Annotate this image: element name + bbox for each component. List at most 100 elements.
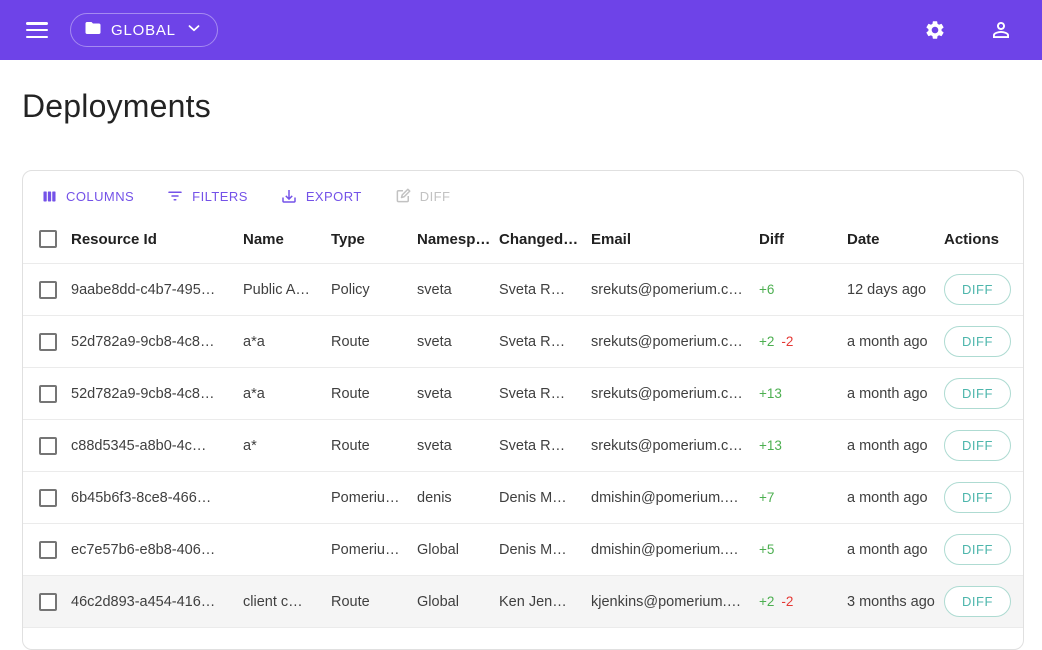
cell-resource-id: 52d782a9-9cb8-4c8… xyxy=(71,334,243,350)
deployments-table: Resource Id Name Type Namesp… Changed… E… xyxy=(23,215,1023,639)
cell-resource-id: 52d782a9-9cb8-4c8… xyxy=(71,386,243,402)
cell-namespace: sveta xyxy=(417,334,499,350)
cell-resource-id: 9aabe8dd-c4b7-495… xyxy=(71,282,243,298)
table-footer xyxy=(23,627,1023,639)
cell-actions: DIFF xyxy=(944,482,1023,513)
grid-toolbar: COLUMNS FILTERS EXPORT DIFF xyxy=(23,171,1023,215)
cell-resource-id: 46c2d893-a454-416… xyxy=(71,594,243,610)
row-checkbox-cell xyxy=(23,593,71,611)
row-diff-button[interactable]: DIFF xyxy=(944,326,1011,357)
cell-diff: +7 xyxy=(759,490,847,506)
header-resource-id[interactable]: Resource Id xyxy=(71,231,243,248)
select-all-checkbox[interactable] xyxy=(39,230,57,248)
cell-type: Route xyxy=(331,594,417,610)
table-row[interactable]: 52d782a9-9cb8-4c8…a*aRoutesvetaSveta R…s… xyxy=(23,367,1023,419)
header-type[interactable]: Type xyxy=(331,231,417,248)
table-row[interactable]: ec7e57b6-e8b8-406… Pomeriu…GlobalDenis M…… xyxy=(23,523,1023,575)
diff-added-count: +13 xyxy=(759,438,782,453)
cell-diff: +2-2 xyxy=(759,594,847,610)
cell-diff: +2 -2 xyxy=(759,334,847,350)
row-diff-button[interactable]: DIFF xyxy=(944,586,1011,617)
row-checkbox[interactable] xyxy=(39,385,57,403)
filters-button[interactable]: FILTERS xyxy=(166,187,248,205)
cell-name: a* xyxy=(243,438,331,454)
row-diff-button[interactable]: DIFF xyxy=(944,430,1011,461)
row-checkbox[interactable] xyxy=(39,281,57,299)
cell-date: 3 months ago xyxy=(847,594,944,610)
diff-added-count: +2 xyxy=(759,334,774,349)
row-checkbox[interactable] xyxy=(39,541,57,559)
cell-actions: DIFF xyxy=(944,326,1023,357)
settings-icon[interactable] xyxy=(922,17,948,43)
diff-button[interactable]: DIFF xyxy=(394,187,451,205)
cell-name: a*a xyxy=(243,386,331,402)
row-checkbox-cell xyxy=(23,541,71,559)
header-changed-by[interactable]: Changed… xyxy=(499,231,591,248)
cell-diff: +5 xyxy=(759,542,847,558)
cell-date: a month ago xyxy=(847,386,944,402)
header-name[interactable]: Name xyxy=(243,231,331,248)
table-row[interactable]: 52d782a9-9cb8-4c8…a*aRoutesvetaSveta R…s… xyxy=(23,315,1023,367)
cell-changed-by: Denis M… xyxy=(499,542,591,558)
cell-email: dmishin@pomerium.… xyxy=(591,490,759,506)
row-checkbox[interactable] xyxy=(39,333,57,351)
row-checkbox-cell xyxy=(23,437,71,455)
header-diff[interactable]: Diff xyxy=(759,231,847,248)
header-namespace[interactable]: Namesp… xyxy=(417,231,499,248)
row-diff-button[interactable]: DIFF xyxy=(944,274,1011,305)
cell-namespace: sveta xyxy=(417,282,499,298)
cell-date: a month ago xyxy=(847,542,944,558)
app-bar: GLOBAL xyxy=(0,0,1042,60)
cell-changed-by: Sveta R… xyxy=(499,438,591,454)
cell-type: Route xyxy=(331,386,417,402)
row-checkbox-cell xyxy=(23,281,71,299)
cell-type: Pomeriu… xyxy=(331,542,417,558)
cell-namespace: denis xyxy=(417,490,499,506)
cell-date: a month ago xyxy=(847,490,944,506)
menu-icon[interactable] xyxy=(26,22,48,38)
cell-type: Route xyxy=(331,334,417,350)
header-email[interactable]: Email xyxy=(591,231,759,248)
cell-changed-by: Sveta R… xyxy=(499,282,591,298)
account-icon[interactable] xyxy=(988,17,1014,43)
cell-email: srekuts@pomerium.c… xyxy=(591,386,759,402)
cell-resource-id: 6b45b6f3-8ce8-466… xyxy=(71,490,243,506)
namespace-selector[interactable]: GLOBAL xyxy=(70,13,218,47)
row-diff-button[interactable]: DIFF xyxy=(944,534,1011,565)
cell-changed-by: Denis M… xyxy=(499,490,591,506)
row-checkbox[interactable] xyxy=(39,593,57,611)
cell-changed-by: Sveta R… xyxy=(499,386,591,402)
cell-namespace: Global xyxy=(417,542,499,558)
diff-removed-count: -2 xyxy=(781,594,793,609)
namespace-label: GLOBAL xyxy=(111,22,176,39)
columns-button[interactable]: COLUMNS xyxy=(41,188,134,205)
diff-added-count: +6 xyxy=(759,282,774,297)
cell-email: srekuts@pomerium.c… xyxy=(591,334,759,350)
cell-resource-id: ec7e57b6-e8b8-406… xyxy=(71,542,243,558)
table-body: 9aabe8dd-c4b7-495…Public A…PolicysvetaSv… xyxy=(23,263,1023,627)
table-row[interactable]: 46c2d893-a454-416…client c…RouteGlobalKe… xyxy=(23,575,1023,627)
diff-removed-count: -2 xyxy=(781,334,793,349)
row-diff-button[interactable]: DIFF xyxy=(944,378,1011,409)
export-button[interactable]: EXPORT xyxy=(280,187,362,205)
columns-icon xyxy=(41,188,58,205)
cell-changed-by: Sveta R… xyxy=(499,334,591,350)
cell-resource-id: c88d5345-a8b0-4c… xyxy=(71,438,243,454)
cell-email: dmishin@pomerium.… xyxy=(591,542,759,558)
cell-type: Route xyxy=(331,438,417,454)
folder-icon xyxy=(84,19,102,42)
cell-date: a month ago xyxy=(847,438,944,454)
table-row[interactable]: 6b45b6f3-8ce8-466…Pomeriu…denisDenis M…d… xyxy=(23,471,1023,523)
row-checkbox[interactable] xyxy=(39,489,57,507)
row-checkbox[interactable] xyxy=(39,437,57,455)
header-date[interactable]: Date xyxy=(847,231,944,248)
chevron-down-icon xyxy=(185,19,203,42)
cell-actions: DIFF xyxy=(944,430,1023,461)
table-row[interactable]: 9aabe8dd-c4b7-495…Public A…PolicysvetaSv… xyxy=(23,263,1023,315)
cell-email: kjenkins@pomerium.… xyxy=(591,594,759,610)
row-diff-button[interactable]: DIFF xyxy=(944,482,1011,513)
table-row[interactable]: c88d5345-a8b0-4c…a*RoutesvetaSveta R…sre… xyxy=(23,419,1023,471)
deployments-grid-card: COLUMNS FILTERS EXPORT DIFF Resource Id … xyxy=(22,170,1024,650)
diff-added-count: +13 xyxy=(759,386,782,401)
cell-actions: DIFF xyxy=(944,378,1023,409)
